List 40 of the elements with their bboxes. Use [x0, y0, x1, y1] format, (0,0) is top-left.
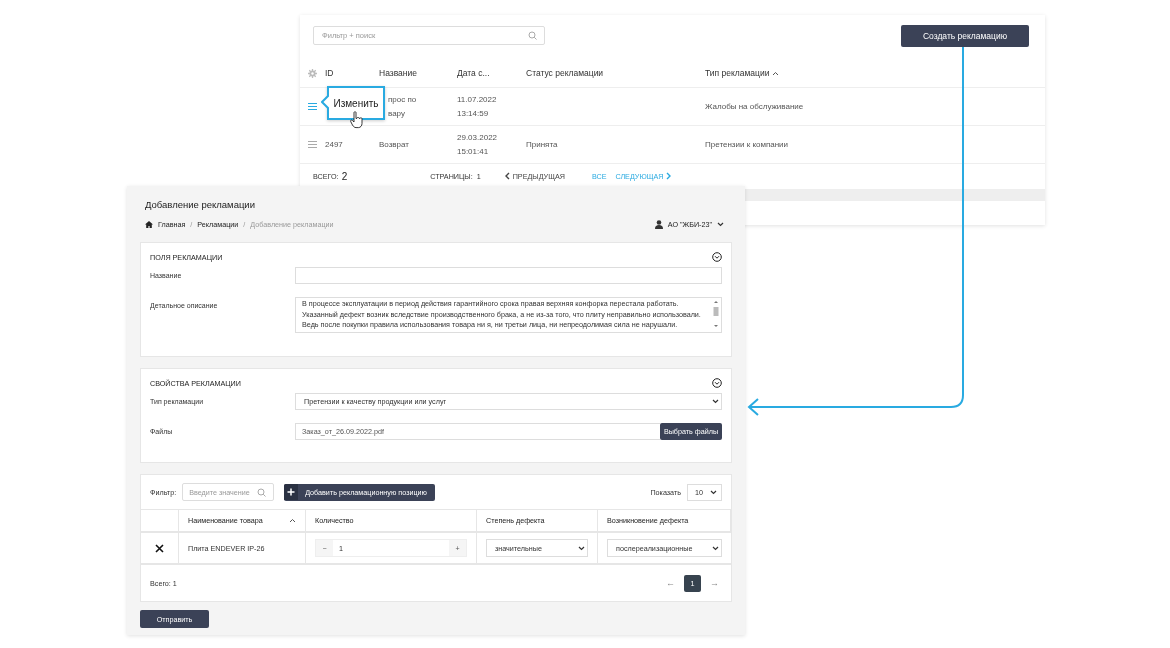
table-cell-text: 2497 [325, 138, 344, 151]
menu-icon[interactable] [308, 103, 317, 110]
home-icon [145, 220, 153, 228]
create-button[interactable]: Создать рекламацию [901, 24, 1029, 47]
caret-icon [578, 545, 585, 551]
table-cell-text: Принята [526, 138, 559, 151]
caret-icon [712, 545, 719, 551]
previous-page-button[interactable]: ← [663, 578, 678, 588]
collapse-icon [712, 378, 722, 388]
caret-icon [710, 489, 717, 495]
chevron-icon [504, 172, 510, 180]
date-text: 29.03.2022 [457, 131, 499, 144]
chevron-down-icon [717, 221, 724, 227]
column-header[interactable]: Тип рекламации [705, 68, 1045, 78]
menu-icon[interactable] [308, 141, 317, 148]
column-header[interactable]: Дата с... [457, 68, 526, 78]
delete-icon[interactable] [155, 543, 164, 553]
column-header[interactable]: Статус рекламации [526, 68, 705, 78]
search-icon [528, 31, 537, 40]
next-page-button[interactable]: → [707, 578, 722, 588]
plus-icon [284, 484, 299, 500]
table-cell-text: прос по вару [387, 93, 418, 120]
tooltip-text: Изменить [333, 97, 379, 109]
collapse-icon [712, 252, 722, 262]
time-text: 15:01:41 [457, 145, 490, 158]
table-cell-text: Возврат [379, 138, 410, 151]
search-icon [257, 487, 267, 497]
table-cell-text: Жалобы на обслуживание [705, 100, 805, 113]
column-header[interactable]: Название [379, 68, 457, 78]
chevron-icon [666, 172, 672, 180]
table-cell-text: Претензии к компании [705, 138, 790, 151]
page-title: Добавление рекламации [145, 199, 256, 210]
column-header[interactable]: ID [325, 68, 379, 78]
date-text: 11.07.2022 [457, 93, 498, 106]
caret-icon [712, 399, 719, 404]
time-text: 13:14:59 [457, 107, 490, 120]
text-input[interactable] [295, 267, 722, 284]
gear-icon [308, 68, 317, 78]
user-icon [654, 219, 663, 229]
total-count: 2 [341, 170, 348, 182]
